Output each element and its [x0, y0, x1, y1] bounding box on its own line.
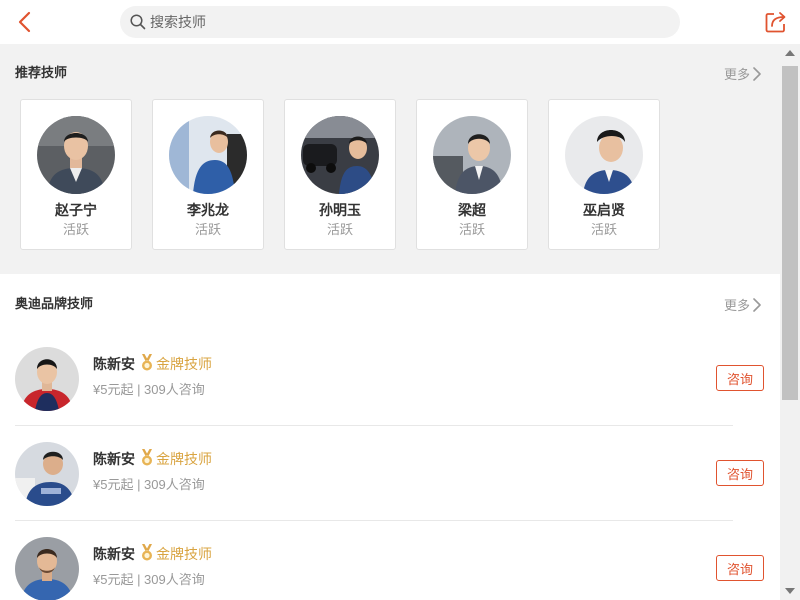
- technician-card[interactable]: 李兆龙 活跃: [152, 99, 264, 250]
- chevron-left-icon: [18, 11, 31, 33]
- technician-name: 李兆龙: [187, 202, 229, 218]
- chevron-right-icon: [753, 297, 761, 312]
- technician-name: 陈新安: [93, 546, 135, 562]
- consult-button[interactable]: 咨询: [716, 460, 764, 486]
- back-button[interactable]: [14, 10, 34, 34]
- search-input[interactable]: [150, 14, 650, 30]
- scroll-down-arrow-icon[interactable]: [785, 588, 795, 594]
- scroll-up-arrow-icon[interactable]: [785, 50, 795, 56]
- search-bar[interactable]: [120, 6, 680, 38]
- avatar: [37, 116, 115, 194]
- list-item[interactable]: 陈新安 金牌技师 ¥5元起 | 309人咨询 咨询: [0, 426, 780, 521]
- page-content[interactable]: 推荐技师 更多 赵子宁 活跃 李兆龙 活跃 孙明玉 活跃 梁超 活跃 巫启贤 活…: [0, 44, 780, 600]
- avatar: [565, 116, 643, 194]
- gold-badge: 金牌技师: [156, 451, 212, 467]
- price-and-consults: ¥5元起 | 309人咨询: [93, 477, 205, 492]
- technician-card[interactable]: 赵子宁 活跃: [20, 99, 132, 250]
- medal-icon: [142, 449, 152, 466]
- share-icon: [765, 12, 786, 33]
- search-icon: [130, 14, 146, 30]
- gold-badge: 金牌技师: [156, 546, 212, 562]
- technician-status: 活跃: [326, 222, 353, 237]
- brand-technicians-section: 奥迪品牌技师 更多 陈新安 金牌技师 ¥5元起 | 309人咨询 咨询 陈新安 …: [0, 274, 780, 600]
- list-item[interactable]: 陈新安 金牌技师 ¥5元起 | 309人咨询 咨询: [0, 331, 780, 426]
- top-bar: [0, 0, 800, 44]
- more-label: 更多: [724, 298, 751, 313]
- avatar: [301, 116, 379, 194]
- technician-status: 活跃: [194, 222, 221, 237]
- technician-card[interactable]: 梁超 活跃: [416, 99, 528, 250]
- technician-name: 梁超: [458, 202, 486, 218]
- recommended-technicians-section: 推荐技师 更多 赵子宁 活跃 李兆龙 活跃 孙明玉 活跃 梁超 活跃 巫启贤 活…: [0, 44, 780, 274]
- more-label: 更多: [724, 67, 751, 82]
- avatar: [169, 116, 247, 194]
- avatar: [15, 442, 79, 506]
- technician-name: 孙明玉: [319, 202, 361, 218]
- avatar: [433, 116, 511, 194]
- chevron-right-icon: [753, 66, 761, 81]
- consult-button[interactable]: 咨询: [716, 555, 764, 581]
- price-and-consults: ¥5元起 | 309人咨询: [93, 382, 205, 397]
- technician-status: 活跃: [458, 222, 485, 237]
- avatar: [15, 347, 79, 411]
- avatar: [15, 537, 79, 600]
- section-title-recommended: 推荐技师: [15, 65, 68, 80]
- share-button[interactable]: [764, 10, 788, 34]
- price-and-consults: ¥5元起 | 309人咨询: [93, 572, 205, 587]
- consult-button[interactable]: 咨询: [716, 365, 764, 391]
- technician-card[interactable]: 巫启贤 活跃: [548, 99, 660, 250]
- medal-icon: [142, 544, 152, 561]
- section-title-brand: 奥迪品牌技师: [15, 296, 94, 311]
- technician-name: 陈新安: [93, 451, 135, 467]
- technician-status: 活跃: [62, 222, 89, 237]
- technician-card[interactable]: 孙明玉 活跃: [284, 99, 396, 250]
- medal-icon: [142, 354, 152, 371]
- vertical-scrollbar[interactable]: [780, 44, 800, 600]
- technician-name: 巫启贤: [583, 202, 625, 218]
- gold-badge: 金牌技师: [156, 356, 212, 372]
- scrollbar-thumb[interactable]: [782, 66, 798, 400]
- technician-name: 赵子宁: [55, 202, 97, 218]
- technician-status: 活跃: [590, 222, 617, 237]
- more-link-brand[interactable]: 更多: [724, 295, 762, 314]
- list-item[interactable]: 陈新安 金牌技师 ¥5元起 | 309人咨询 咨询: [0, 521, 780, 600]
- technician-name: 陈新安: [93, 356, 135, 372]
- more-link-recommended[interactable]: 更多: [724, 64, 762, 83]
